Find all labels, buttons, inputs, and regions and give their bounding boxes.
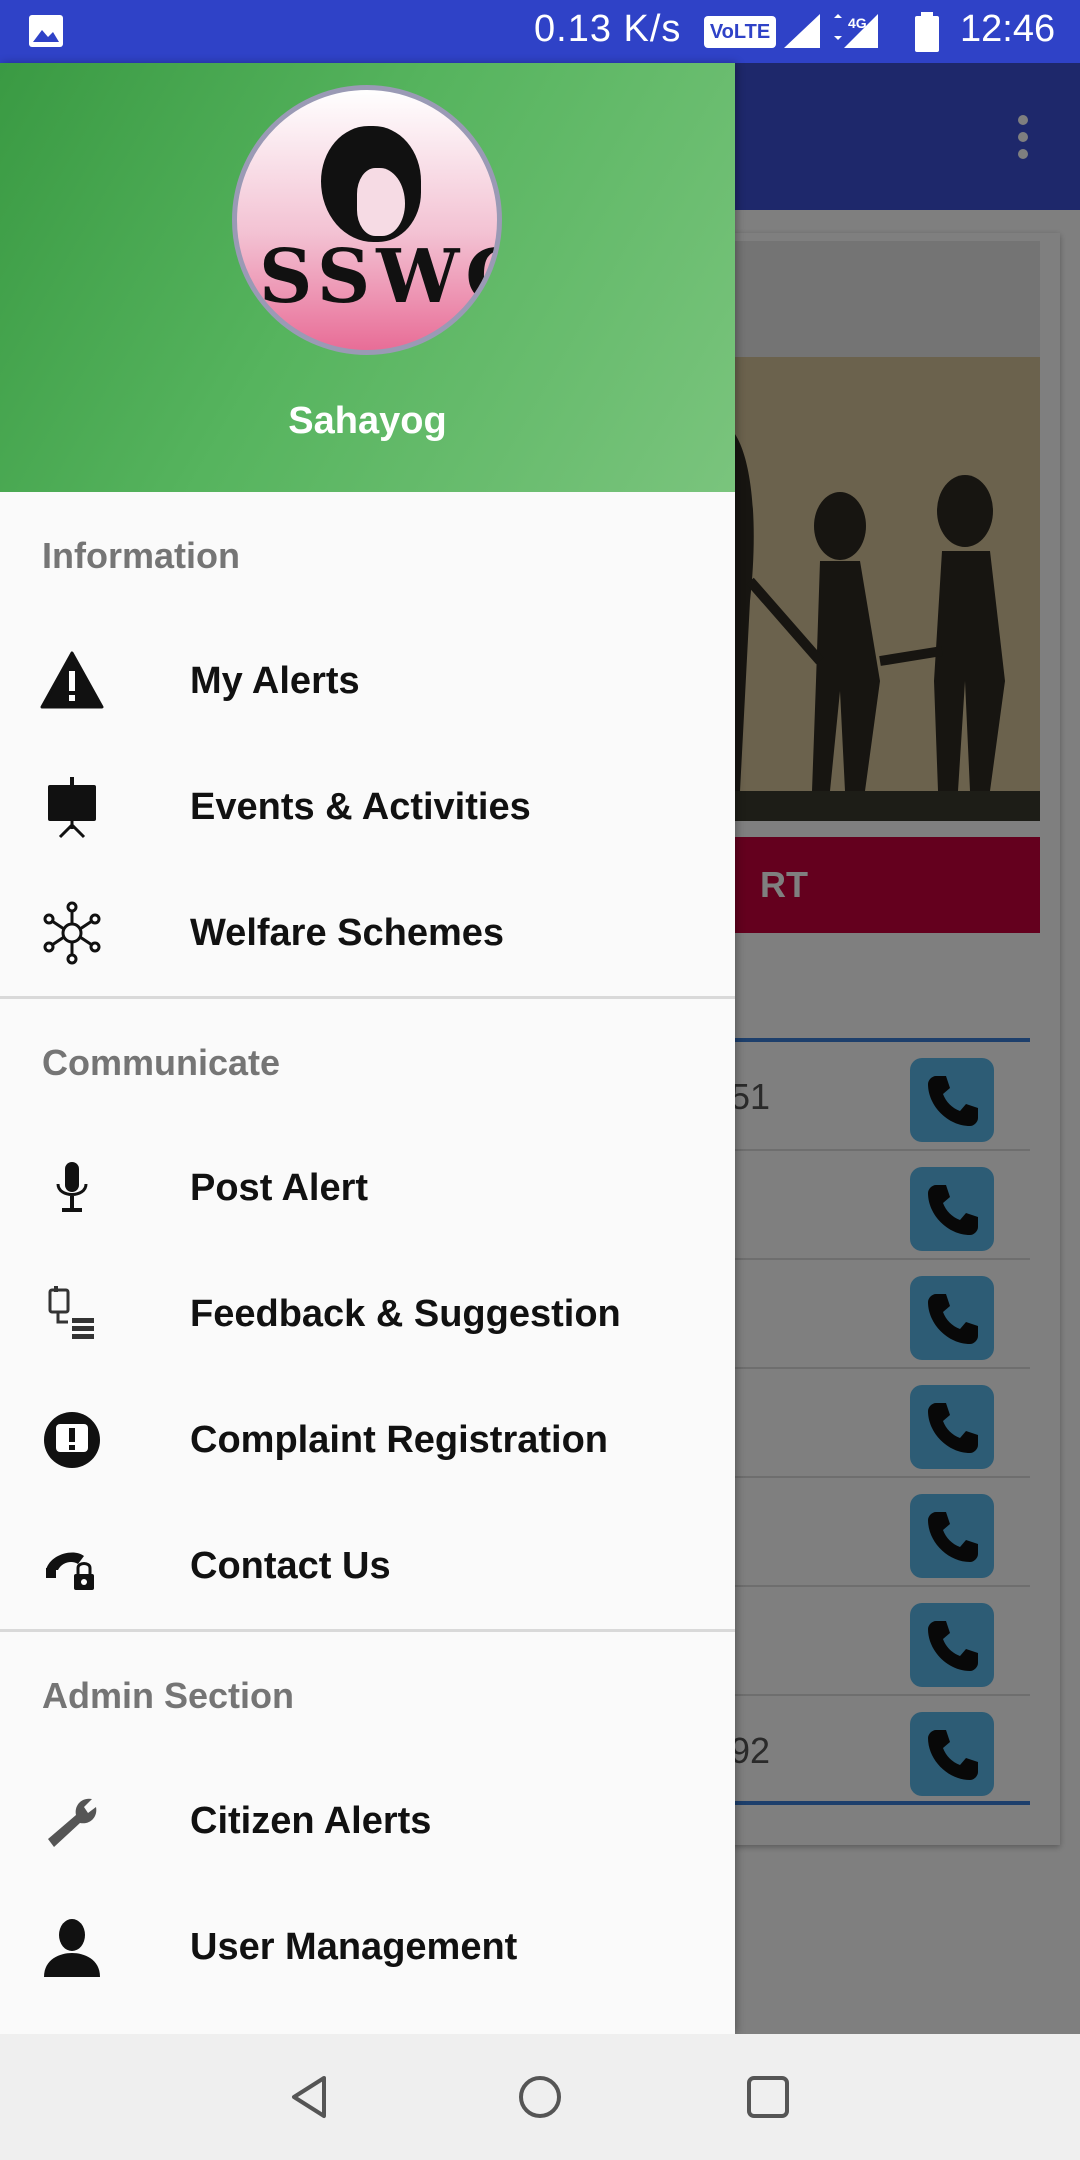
section-title-communicate: Communicate (42, 1042, 281, 1083)
user-icon (44, 1919, 100, 1977)
menu-item-label: My Alerts (190, 660, 360, 702)
menu-item-complaint-registration[interactable]: Complaint Registration (0, 1377, 735, 1503)
feedback-list-icon (48, 1286, 94, 1339)
network-hub-icon (43, 901, 101, 965)
menu-item-label: User Management (190, 1926, 518, 1968)
sswc-logo: SSWC (232, 85, 502, 355)
section-title-information: Information (42, 535, 240, 576)
volte-badge: VoLTE (704, 16, 776, 48)
system-nav-bar (0, 2034, 1080, 2160)
menu-item-post-alert[interactable]: Post Alert (0, 1125, 735, 1251)
image-notification-icon (29, 15, 63, 47)
status-bar: 0.13 K/s VoLTE 4G 12:46 (0, 0, 1080, 63)
recents-icon[interactable] (743, 2072, 793, 2122)
menu-item-label: Events & Activities (190, 786, 531, 828)
network-type-label: 4G (848, 15, 867, 31)
menu-item-label: Contact Us (190, 1545, 391, 1587)
drawer-header: SSWC Sahayog (0, 63, 735, 492)
menu-item-label: Post Alert (190, 1167, 369, 1209)
clock: 12:46 (960, 8, 1056, 50)
4g-signal-icon: 4G (834, 14, 878, 48)
menu-item-my-alerts[interactable]: My Alerts (0, 618, 735, 744)
app-name: Sahayog (288, 400, 447, 442)
home-icon[interactable] (515, 2072, 565, 2122)
battery-icon (915, 12, 939, 52)
section-title-admin-section: Admin Section (42, 1675, 295, 1716)
menu-item-label: Welfare Schemes (190, 912, 505, 954)
logo-text: SSWC (259, 234, 497, 320)
back-icon[interactable] (284, 2072, 334, 2122)
wrench-icon (48, 1798, 97, 1847)
warning-icon (40, 651, 104, 709)
microphone-icon (56, 1162, 88, 1212)
divider (0, 996, 735, 999)
menu-item-welfare-schemes[interactable]: Welfare Schemes (0, 870, 735, 996)
menu-item-user-management[interactable]: User Management (0, 1884, 735, 2010)
menu-item-events-activities[interactable]: Events & Activities (0, 744, 735, 870)
complaint-bubble-icon (44, 1412, 100, 1468)
menu-item-label: Complaint Registration (190, 1419, 609, 1461)
presentation-board-icon (48, 777, 96, 839)
menu-item-contact-us[interactable]: Contact Us (0, 1503, 735, 1629)
menu-item-label: Citizen Alerts (190, 1800, 432, 1842)
network-speed: 0.13 K/s (534, 8, 682, 50)
navigation-drawer: SSWC Sahayog Information My Alerts Event… (0, 63, 735, 2034)
phone-lock-icon (46, 1552, 94, 1590)
menu-item-label: Feedback & Suggestion (190, 1293, 621, 1335)
menu-item-feedback-suggestion[interactable]: Feedback & Suggestion (0, 1251, 735, 1377)
divider (0, 1629, 735, 1632)
menu-item-citizen-alerts[interactable]: Citizen Alerts (0, 1758, 735, 1884)
signal-icon (784, 14, 820, 48)
